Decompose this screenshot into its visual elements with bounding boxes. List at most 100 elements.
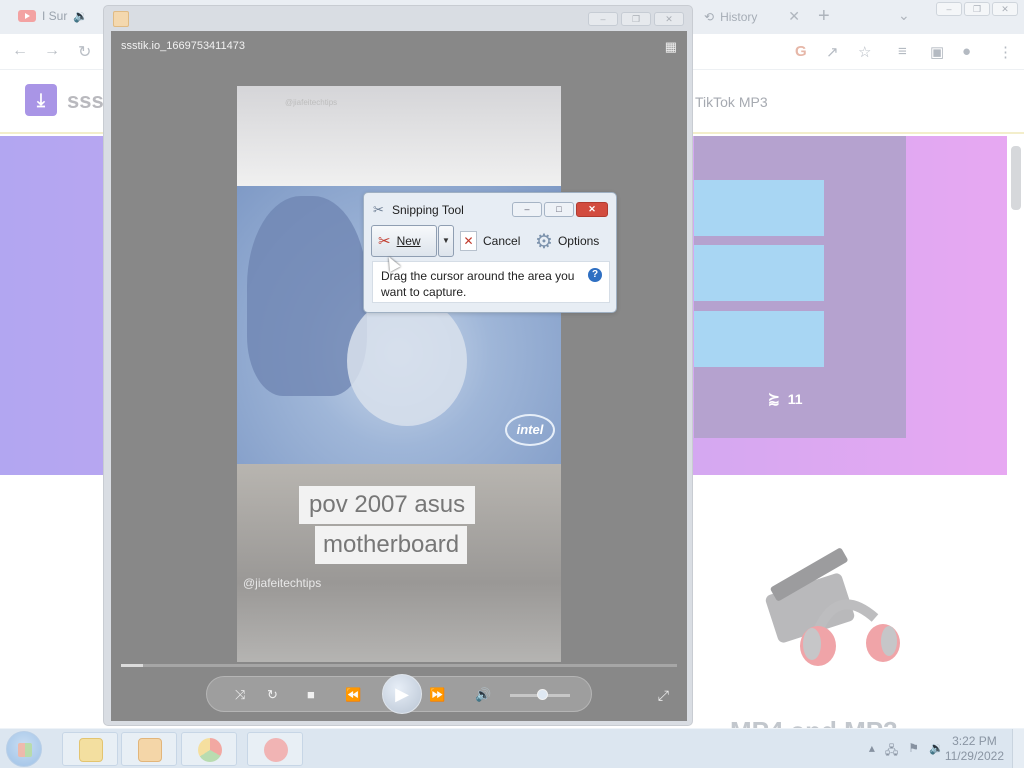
browser-restore-button[interactable]: ❐ bbox=[964, 2, 990, 16]
gear-icon: ⚙ bbox=[535, 230, 553, 253]
tab-history[interactable]: ⟲ History ✕ bbox=[696, 0, 806, 34]
menu-icon[interactable]: ⋮ bbox=[998, 43, 1013, 61]
media-player-window: – ❐ ✕ ssstik.io_1669753411473 ▦ @jiafeit… bbox=[103, 5, 693, 726]
stop-icon[interactable]: ■ bbox=[307, 687, 315, 702]
help-icon[interactable]: ? bbox=[588, 268, 602, 282]
share-nodes-icon: ⪸ bbox=[768, 390, 780, 406]
tab-youtube-label: I Sur bbox=[42, 9, 68, 23]
video-handle: @jiafeitechtips bbox=[243, 576, 322, 590]
taskbar-clock[interactable]: 3:22 PM 11/29/2022 bbox=[945, 734, 1004, 764]
taskbar: ▴ 🖧 ⚑ 🔉 3:22 PM 11/29/2022 bbox=[0, 728, 1024, 768]
chrome-icon bbox=[198, 738, 222, 762]
snip-close-button[interactable]: ✕ bbox=[576, 202, 608, 217]
tab-youtube[interactable]: I Sur 🔉 bbox=[18, 9, 88, 23]
clock-date: 11/29/2022 bbox=[944, 749, 1004, 763]
tab-close-icon[interactable]: ✕ bbox=[788, 8, 800, 25]
snip-minimize-button[interactable]: – bbox=[512, 202, 542, 217]
snip-maximize-button[interactable]: □ bbox=[544, 202, 574, 217]
snipping-tool-window: ✂ Snipping Tool – □ ✕ ✂ New ▼ ✕ Cancel ⚙… bbox=[363, 192, 617, 313]
media-player-logo-icon bbox=[113, 11, 129, 27]
volume-slider-knob[interactable] bbox=[537, 689, 548, 700]
play-icon[interactable]: ▶ bbox=[382, 674, 422, 714]
browser-minimize-button[interactable]: – bbox=[936, 2, 962, 16]
share-icon[interactable]: ↗ bbox=[826, 43, 839, 61]
new-snip-label: New bbox=[396, 234, 421, 248]
scissors-icon: ✂ bbox=[373, 202, 384, 217]
forward-arrow-icon[interactable]: → bbox=[44, 42, 60, 60]
site-logo-text[interactable]: sss bbox=[67, 88, 104, 114]
share-button[interactable]: ⪸ 11 bbox=[768, 390, 803, 407]
tray-expand-icon[interactable]: ▴ bbox=[869, 741, 875, 762]
player-titlebar[interactable]: – ❐ ✕ bbox=[104, 6, 692, 32]
reload-icon[interactable]: ↻ bbox=[78, 42, 91, 62]
cancel-button[interactable]: ✕ Cancel bbox=[460, 225, 520, 257]
snip-instruction-text: Drag the cursor around the area you want… bbox=[381, 269, 575, 299]
options-label: Options bbox=[557, 234, 600, 248]
player-minimize-button[interactable]: – bbox=[588, 12, 618, 26]
seek-bar[interactable] bbox=[121, 664, 677, 667]
taskbar-app[interactable] bbox=[247, 732, 303, 766]
rewind-icon[interactable]: ⏪ bbox=[345, 687, 361, 703]
seek-bar-fill bbox=[121, 664, 144, 667]
page-scrollbar-thumb[interactable] bbox=[1011, 146, 1021, 210]
start-button-icon[interactable] bbox=[6, 731, 42, 767]
cancel-x-icon: ✕ bbox=[460, 231, 477, 251]
taskbar-file-explorer[interactable] bbox=[62, 732, 118, 766]
bookmark-star-icon[interactable]: ☆ bbox=[858, 43, 871, 61]
clock-time: 3:22 PM bbox=[952, 734, 997, 748]
youtube-icon bbox=[18, 10, 36, 22]
video-caption-line2: motherboard bbox=[315, 526, 468, 564]
cancel-label: Cancel bbox=[483, 234, 521, 248]
action-center-flag-icon[interactable]: ⚑ bbox=[908, 741, 919, 762]
clapperboard-headphones-illustration bbox=[765, 548, 900, 666]
browser-close-button[interactable]: ✕ bbox=[992, 2, 1018, 16]
switch-to-library-icon[interactable]: ▦ bbox=[665, 39, 677, 55]
shuffle-icon[interactable]: ⤨ bbox=[235, 687, 245, 703]
volume-icon[interactable]: 🔊 bbox=[475, 687, 491, 703]
download-button-1[interactable] bbox=[694, 180, 824, 236]
profile-icon[interactable]: ● bbox=[962, 43, 971, 60]
site-logo-icon[interactable]: ⤓ bbox=[25, 84, 57, 116]
network-icon[interactable]: 🖧 bbox=[885, 741, 898, 762]
tab-history-label: History bbox=[720, 10, 758, 24]
video-intel-logo: intel bbox=[505, 414, 555, 446]
new-tab-button[interactable]: + bbox=[818, 5, 830, 28]
video-watermark: @jiafeitechtips bbox=[285, 98, 338, 107]
side-panel-icon[interactable]: ▣ bbox=[930, 43, 944, 61]
snip-mode-dropdown[interactable]: ▼ bbox=[438, 225, 454, 257]
browser-window-controls: – ❐ ✕ bbox=[936, 2, 1018, 16]
volume-tray-icon[interactable]: 🔉 bbox=[929, 741, 944, 762]
show-desktop-button[interactable] bbox=[1012, 729, 1024, 768]
repeat-icon[interactable]: ↻ bbox=[267, 687, 278, 703]
player-window-controls: – ❐ ✕ bbox=[588, 12, 684, 26]
tab-audio-icon[interactable]: 🔉 bbox=[73, 9, 88, 23]
snip-toolbar: ✂ New ▼ ✕ Cancel ⚙ Options bbox=[369, 223, 611, 259]
video-face-shape bbox=[347, 296, 467, 426]
folder-icon bbox=[79, 738, 103, 762]
nav-tiktok-mp3-link[interactable]: TikTok MP3 bbox=[695, 94, 768, 110]
app-mask-icon bbox=[264, 738, 288, 762]
video-frame[interactable]: @jiafeitechtips intel pov 2007 asus moth… bbox=[237, 86, 561, 662]
back-arrow-icon[interactable]: ← bbox=[12, 42, 28, 60]
now-playing-filename: ssstik.io_1669753411473 bbox=[121, 40, 245, 52]
snip-instruction-box: Drag the cursor around the area you want… bbox=[372, 261, 610, 303]
taskbar-chrome[interactable] bbox=[181, 732, 237, 766]
google-icon[interactable]: G bbox=[795, 43, 807, 60]
fast-forward-icon[interactable]: ⏩ bbox=[429, 687, 445, 703]
download-button-2[interactable] bbox=[694, 245, 824, 301]
download-button-3[interactable] bbox=[694, 311, 824, 367]
options-button[interactable]: ⚙ Options bbox=[535, 225, 599, 257]
fullscreen-icon[interactable]: ⤢ bbox=[658, 687, 669, 704]
tab-search-chevron-icon[interactable]: ⌄ bbox=[898, 7, 910, 24]
player-restore-button[interactable]: ❐ bbox=[621, 12, 651, 26]
snip-window-controls: – □ ✕ bbox=[512, 202, 608, 217]
history-icon: ⟲ bbox=[704, 10, 715, 24]
share-count: 11 bbox=[787, 390, 803, 407]
system-tray: ▴ 🖧 ⚑ 🔉 bbox=[869, 741, 944, 762]
snipping-tool-title: Snipping Tool bbox=[392, 203, 464, 217]
new-snip-button[interactable]: ✂ New bbox=[371, 225, 437, 257]
media-player-icon bbox=[138, 738, 162, 762]
reading-list-icon[interactable]: ≡ bbox=[898, 43, 907, 60]
taskbar-media-player[interactable] bbox=[121, 732, 177, 766]
player-close-button[interactable]: ✕ bbox=[654, 12, 684, 26]
